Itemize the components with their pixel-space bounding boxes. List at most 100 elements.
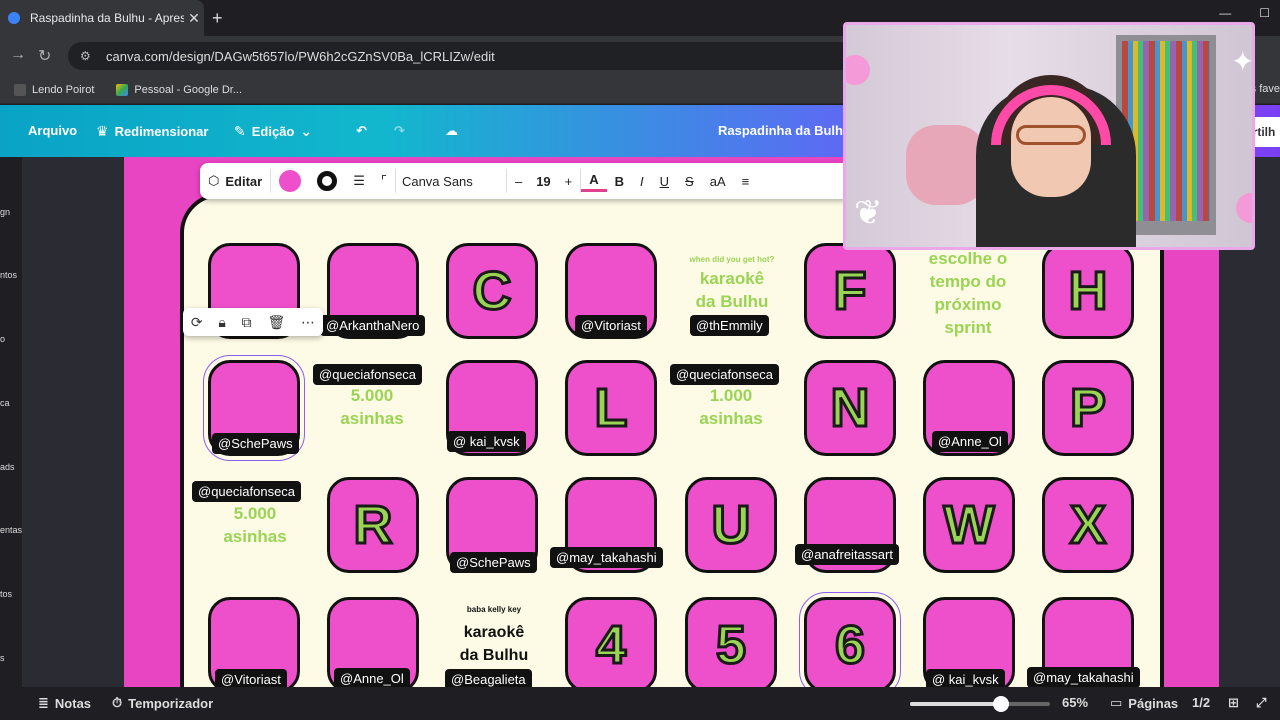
- timer-button[interactable]: ⏱ Temporizador: [112, 695, 213, 711]
- add-comment-icon[interactable]: ⟳: [191, 314, 203, 331]
- pages-button[interactable]: ▭ Páginas: [1110, 695, 1178, 711]
- edit-mode-button[interactable]: ✎ Edição ⌄: [234, 123, 312, 140]
- username-tag[interactable]: @queciafonseca: [192, 481, 302, 502]
- prize-text-line[interactable]: karaokê: [672, 267, 792, 290]
- prize-text-line[interactable]: 5.000: [195, 502, 315, 525]
- sidebar-item-elements[interactable]: ntos: [0, 270, 17, 280]
- username-tag[interactable]: @ kai_kvsk: [926, 669, 1005, 687]
- scratch-cell[interactable]: L: [565, 360, 657, 456]
- scratch-cell[interactable]: C: [446, 243, 538, 339]
- border-style-icon[interactable]: ☰: [345, 163, 373, 199]
- scratch-cell[interactable]: 5: [685, 597, 777, 687]
- bold-button[interactable]: B: [607, 163, 632, 199]
- username-tag[interactable]: @Anne_Ol: [334, 668, 410, 687]
- new-tab-icon[interactable]: +: [212, 8, 223, 29]
- caption-text[interactable]: when did you get hot?: [672, 255, 792, 264]
- scratch-cell[interactable]: H: [1042, 243, 1134, 339]
- align-icon[interactable]: ≡: [734, 163, 758, 199]
- sidebar-item-tools[interactable]: entas: [0, 525, 22, 535]
- username-tag[interactable]: @anafreitassart: [795, 544, 899, 565]
- sidebar-item-design[interactable]: gn: [0, 207, 10, 217]
- prize-text-line[interactable]: asinhas: [312, 407, 432, 430]
- username-tag[interactable]: @Anne_Ol: [932, 431, 1008, 452]
- letter-case-button[interactable]: aA: [702, 163, 734, 199]
- prize-text-line[interactable]: da Bulhu: [434, 644, 554, 667]
- bookmark-lendo-poirot[interactable]: Lendo Poirot: [14, 83, 94, 96]
- scratch-cell[interactable]: W: [923, 477, 1015, 573]
- reload-icon[interactable]: ↻: [38, 46, 51, 66]
- grid-view-icon[interactable]: ⊞: [1228, 695, 1239, 711]
- scratch-cell[interactable]: P: [1042, 360, 1134, 456]
- text-color-icon[interactable]: A: [581, 170, 607, 192]
- username-tag[interactable]: @queciafonseca: [670, 364, 780, 385]
- sidebar-item-projects[interactable]: tos: [0, 589, 12, 599]
- prize-text-line[interactable]: tempo do: [908, 270, 1028, 293]
- maximize-icon[interactable]: ☐: [1259, 6, 1270, 20]
- username-tag[interactable]: @SchePaws: [212, 433, 299, 454]
- bookmark-google-drive[interactable]: Pessoal - Google Dr...: [116, 83, 242, 96]
- cloud-saved-icon[interactable]: ☁: [445, 123, 458, 139]
- prize-text-line[interactable]: escolhe o: [908, 247, 1028, 270]
- sidebar-item-text[interactable]: o: [0, 334, 5, 344]
- font-size-value[interactable]: 19: [536, 174, 550, 189]
- lock-icon[interactable]: 🔒︎: [218, 314, 225, 331]
- font-family-select[interactable]: Canva Sans: [396, 163, 506, 199]
- sidebar-item-uploads[interactable]: ads: [0, 462, 15, 472]
- site-info-icon[interactable]: ⚙: [80, 49, 94, 63]
- username-tag[interactable]: @may_takahashi: [550, 547, 663, 568]
- username-tag[interactable]: @queciafonseca: [313, 364, 423, 385]
- corner-rounding-icon[interactable]: ⌜: [373, 163, 395, 199]
- prize-text-line[interactable]: 1.000: [671, 384, 791, 407]
- border-color-button[interactable]: [309, 163, 345, 199]
- fill-color-button[interactable]: [271, 163, 309, 199]
- resize-button[interactable]: ♛ Redimensionar: [96, 123, 208, 140]
- scratch-cell[interactable]: F: [804, 243, 896, 339]
- browser-tab[interactable]: Raspadinha da Bulhu - Apresen ✕: [0, 0, 204, 36]
- sidebar-item-brand[interactable]: ca: [0, 398, 10, 408]
- scratch-cell[interactable]: U: [685, 477, 777, 573]
- more-options-icon[interactable]: ⋯: [301, 314, 315, 331]
- caption-text[interactable]: baba kelly key: [434, 605, 554, 614]
- duplicate-icon[interactable]: ⧉: [242, 314, 252, 331]
- notes-button[interactable]: ≣ Notas: [38, 695, 91, 711]
- delete-icon[interactable]: 🗑︎: [267, 314, 285, 331]
- italic-button[interactable]: I: [632, 163, 652, 199]
- prize-text-line[interactable]: sprint: [908, 316, 1028, 339]
- zoom-value[interactable]: 65%: [1062, 695, 1088, 710]
- redo-icon[interactable]: ↷: [394, 123, 405, 139]
- forward-icon[interactable]: →: [10, 46, 26, 64]
- zoom-slider-thumb[interactable]: [993, 696, 1009, 712]
- document-title[interactable]: Raspadinha da Bulhu: [718, 123, 851, 138]
- fullscreen-icon[interactable]: ⤢: [1256, 695, 1266, 711]
- sidebar-item-apps[interactable]: s: [0, 653, 5, 663]
- minimize-icon[interactable]: —: [1219, 6, 1231, 20]
- scratch-cell[interactable]: R: [327, 477, 419, 573]
- underline-button[interactable]: U: [652, 163, 677, 199]
- close-tab-icon[interactable]: ✕: [184, 10, 204, 27]
- increase-size-button[interactable]: +: [565, 174, 573, 189]
- scratch-cell[interactable]: N: [804, 360, 896, 456]
- url-bar[interactable]: ⚙ canva.com/design/DAGw5t657lo/PW6h2cGZn…: [68, 42, 868, 70]
- decrease-size-button[interactable]: –: [515, 174, 522, 189]
- username-tag[interactable]: @thEmmily: [690, 315, 769, 336]
- strikethrough-button[interactable]: S: [677, 163, 702, 199]
- prize-text-line[interactable]: asinhas: [671, 407, 791, 430]
- username-tag[interactable]: @ArkanthaNero: [320, 315, 426, 336]
- prize-text-line[interactable]: 5.000: [312, 384, 432, 407]
- username-tag[interactable]: @Beagalieta: [445, 669, 532, 687]
- file-menu[interactable]: Arquivo: [28, 123, 77, 138]
- scratch-cell[interactable]: X: [1042, 477, 1134, 573]
- prize-text-line[interactable]: asinhas: [195, 525, 315, 548]
- username-tag[interactable]: @ kai_kvsk: [447, 431, 526, 452]
- undo-icon[interactable]: ↶: [356, 123, 367, 139]
- scratch-cell[interactable]: 4: [565, 597, 657, 687]
- username-tag[interactable]: @may_takahashi: [1027, 667, 1140, 687]
- prize-text-line[interactable]: próximo: [908, 293, 1028, 316]
- username-tag[interactable]: @SchePaws: [450, 552, 537, 573]
- prize-text-line[interactable]: karaokê: [434, 621, 554, 644]
- username-tag[interactable]: @Vitoriast: [215, 669, 287, 687]
- edit-button[interactable]: ⬡ Editar: [200, 163, 270, 199]
- scratch-cell[interactable]: 6: [799, 592, 901, 687]
- zoom-slider[interactable]: [910, 696, 1050, 712]
- prize-text-line[interactable]: da Bulhu: [672, 290, 792, 313]
